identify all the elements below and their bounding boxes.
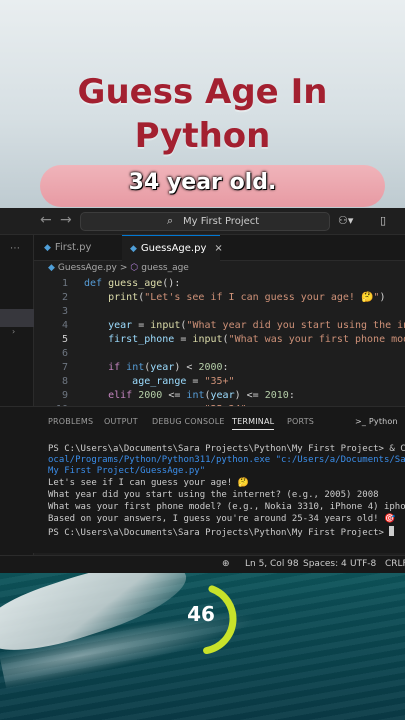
title-bar: ← → ⌕ My First Project ⚇▾ ▯: [0, 208, 405, 235]
tab-label: GuessAge.py: [140, 243, 207, 254]
title-line-1: Guess Age In: [77, 72, 328, 112]
line-number: 9: [61, 390, 68, 401]
terminal-line: What was your first phone model? (e.g., …: [48, 502, 405, 512]
breadcrumb-symbol[interactable]: guess_age: [141, 263, 189, 273]
python-file-icon: ◆: [130, 244, 137, 254]
video-title: Guess Age In Python: [0, 70, 405, 158]
terminal-line: My First Project/GuessAge.py": [48, 466, 206, 476]
arrow-right-icon[interactable]: →: [60, 212, 72, 228]
command-center-search[interactable]: ⌕ My First Project: [80, 212, 330, 231]
line-number: 3: [61, 306, 68, 317]
code-editor[interactable]: 1 def guess_age(): 2 print("Let's see if …: [34, 277, 405, 407]
chevron-right-icon[interactable]: ›: [12, 327, 15, 336]
indentation[interactable]: Spaces: 4: [303, 559, 347, 569]
terminal-panel: PROBLEMS OUTPUT DEBUG CONSOLE TERMINAL P…: [0, 406, 405, 553]
python-file-icon: ◆: [44, 243, 51, 253]
terminal-line: Let's see if I can guess your age! 🤔: [48, 478, 249, 488]
status-bar: ⊕ Ln 5, Col 98 Spaces: 4 UTF-8 CRLF: [0, 555, 405, 573]
terminal-prompt: PS C:\Users\a\Documents\Sara Projects\Py…: [48, 528, 390, 538]
tab-first-py[interactable]: ◆ First.py: [42, 235, 122, 261]
search-text: My First Project: [183, 216, 260, 227]
tab-debug-console[interactable]: DEBUG CONSOLE: [152, 417, 225, 426]
terminal-icon: >_: [355, 417, 369, 426]
editor-window: ← → ⌕ My First Project ⚇▾ ▯ ⋯ › ◆ First.p…: [0, 208, 405, 573]
tab-ports[interactable]: PORTS: [287, 417, 314, 426]
line-number: 6: [61, 348, 68, 359]
terminal-prompt-line[interactable]: PS C:\Users\a\Documents\Sara Projects\Py…: [48, 526, 395, 539]
terminal-line: Based on your answers, I guess you're ar…: [48, 514, 396, 524]
code-text: first_phone = input("What was your first…: [108, 334, 405, 345]
terminal-line: ocal/Programs/Python/Python311/python.ex…: [48, 455, 405, 465]
cube-icon: ⬡: [130, 263, 139, 273]
line-number: 2: [61, 292, 68, 303]
close-icon[interactable]: ×: [214, 243, 222, 254]
copilot-icon[interactable]: ⚇▾: [338, 214, 353, 227]
code-text: if int(year) < 2000:: [108, 362, 229, 373]
subtitle-text: 34 year old.: [128, 170, 277, 195]
terminal-cursor: [389, 526, 395, 536]
cursor-position[interactable]: Ln 5, Col 98: [245, 559, 299, 569]
more-icon[interactable]: ⋯: [10, 243, 20, 254]
line-ending[interactable]: CRLF: [385, 559, 405, 569]
tab-label: First.py: [54, 242, 92, 253]
code-text: year = input("What year did you start us…: [108, 320, 405, 331]
breadcrumb-file[interactable]: GuessAge.py: [58, 263, 117, 273]
terminal-line: PS C:\Users\a\Documents\Sara Projects\Py…: [48, 444, 405, 454]
encoding[interactable]: UTF-8: [350, 559, 376, 569]
code-text: def guess_age():: [84, 278, 181, 289]
line-number: 1: [61, 278, 68, 289]
breadcrumb-separator: >: [119, 263, 128, 273]
breadcrumb: ◆ GuessAge.py > ⬡ guess_age: [48, 263, 192, 277]
tab-output[interactable]: OUTPUT: [104, 417, 138, 426]
zoom-icon[interactable]: ⊕: [222, 559, 230, 569]
terminal-shell-selector[interactable]: >_ Python: [355, 417, 398, 426]
arrow-left-icon[interactable]: ←: [40, 212, 52, 228]
code-text: print("Let's see if I can guess your age…: [108, 292, 386, 303]
python-file-icon: ◆: [48, 263, 55, 273]
tab-problems[interactable]: PROBLEMS: [48, 417, 93, 426]
line-number: 7: [61, 362, 68, 373]
sidebar-selected-row[interactable]: [0, 309, 34, 327]
editor-tabs: ◆ First.py ◆ GuessAge.py ×: [34, 235, 405, 261]
code-text: age_range = "35+": [132, 376, 235, 387]
tab-terminal[interactable]: TERMINAL: [232, 417, 275, 430]
tab-guessage-py[interactable]: ◆ GuessAge.py ×: [122, 235, 223, 261]
terminal-line: What year did you start using the intern…: [48, 490, 379, 500]
line-number: 5: [61, 334, 68, 345]
search-icon: ⌕: [167, 214, 174, 227]
line-number: 4: [61, 320, 68, 331]
shell-label: Python: [368, 417, 398, 426]
countdown-value: 46: [187, 602, 215, 626]
layout-icon[interactable]: ▯: [380, 214, 386, 227]
title-line-2: Python: [134, 116, 271, 156]
code-text: elif 2000 <= int(year) <= 2010:: [108, 390, 295, 401]
line-number: 8: [61, 376, 68, 387]
